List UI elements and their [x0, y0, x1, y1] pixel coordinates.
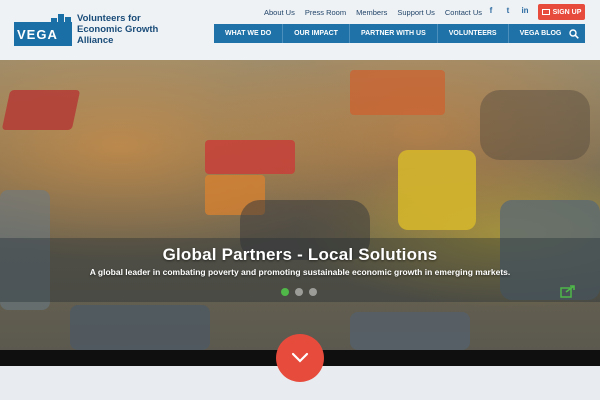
social-links: f t in: [487, 7, 529, 15]
tagline-line: Economic Growth: [77, 24, 159, 35]
nav-item-volunteers[interactable]: VOLUNTEERS: [437, 24, 509, 43]
search-icon: [569, 28, 579, 39]
main-nav: WHAT WE DO OUR IMPACT PARTNER WITH US VO…: [214, 24, 573, 43]
vega-logo[interactable]: VEGA: [14, 14, 72, 46]
hero-banner[interactable]: Global Partners - Local Solutions A glob…: [0, 60, 600, 350]
utility-link-contact[interactable]: Contact Us: [445, 8, 482, 17]
utility-nav: About Us Press Room Members Support Us C…: [264, 8, 482, 17]
nav-item-what-we-do[interactable]: WHAT WE DO: [214, 24, 284, 43]
auto-rickshaw: [70, 305, 210, 350]
facebook-icon[interactable]: f: [487, 7, 495, 15]
hero-subtitle: A global leader in combating poverty and…: [89, 267, 511, 277]
search-button[interactable]: [563, 24, 585, 43]
market-stall: [1, 90, 81, 130]
utility-link-about[interactable]: About Us: [264, 8, 295, 17]
utility-link-support[interactable]: Support Us: [397, 8, 435, 17]
carousel-dots: [281, 288, 317, 296]
linkedin-icon[interactable]: in: [521, 7, 529, 15]
logo-text: VEGA: [17, 27, 58, 42]
carousel-dot[interactable]: [309, 288, 317, 296]
scroll-down-button[interactable]: [276, 334, 324, 382]
auto-rickshaw: [350, 312, 470, 350]
share-icon[interactable]: [560, 284, 576, 298]
tagline-line: Alliance: [77, 35, 114, 46]
site-header: VEGA Volunteers for Economic Growth Alli…: [0, 0, 600, 60]
signup-button[interactable]: SIGN UP: [538, 4, 585, 20]
hero-title: Global Partners - Local Solutions: [162, 245, 438, 264]
market-stall: [205, 140, 295, 174]
chevron-down-icon: [291, 352, 309, 363]
vendor-crowd: [480, 90, 590, 160]
tagline-line: Volunteers for: [77, 13, 141, 24]
utility-link-members[interactable]: Members: [356, 8, 387, 17]
produce-cart: [350, 70, 445, 115]
nav-item-partner[interactable]: PARTNER WITH US: [349, 24, 438, 43]
nav-item-our-impact[interactable]: OUR IMPACT: [283, 24, 350, 43]
twitter-icon[interactable]: t: [504, 7, 512, 15]
auto-rickshaw: [398, 150, 476, 230]
signup-label: SIGN UP: [552, 8, 582, 16]
carousel-dot[interactable]: [281, 288, 289, 296]
mail-icon: [541, 9, 550, 15]
utility-link-press[interactable]: Press Room: [305, 8, 346, 17]
carousel-dot[interactable]: [295, 288, 303, 296]
brand-tagline: Volunteers for Economic Growth Alliance: [77, 13, 187, 46]
